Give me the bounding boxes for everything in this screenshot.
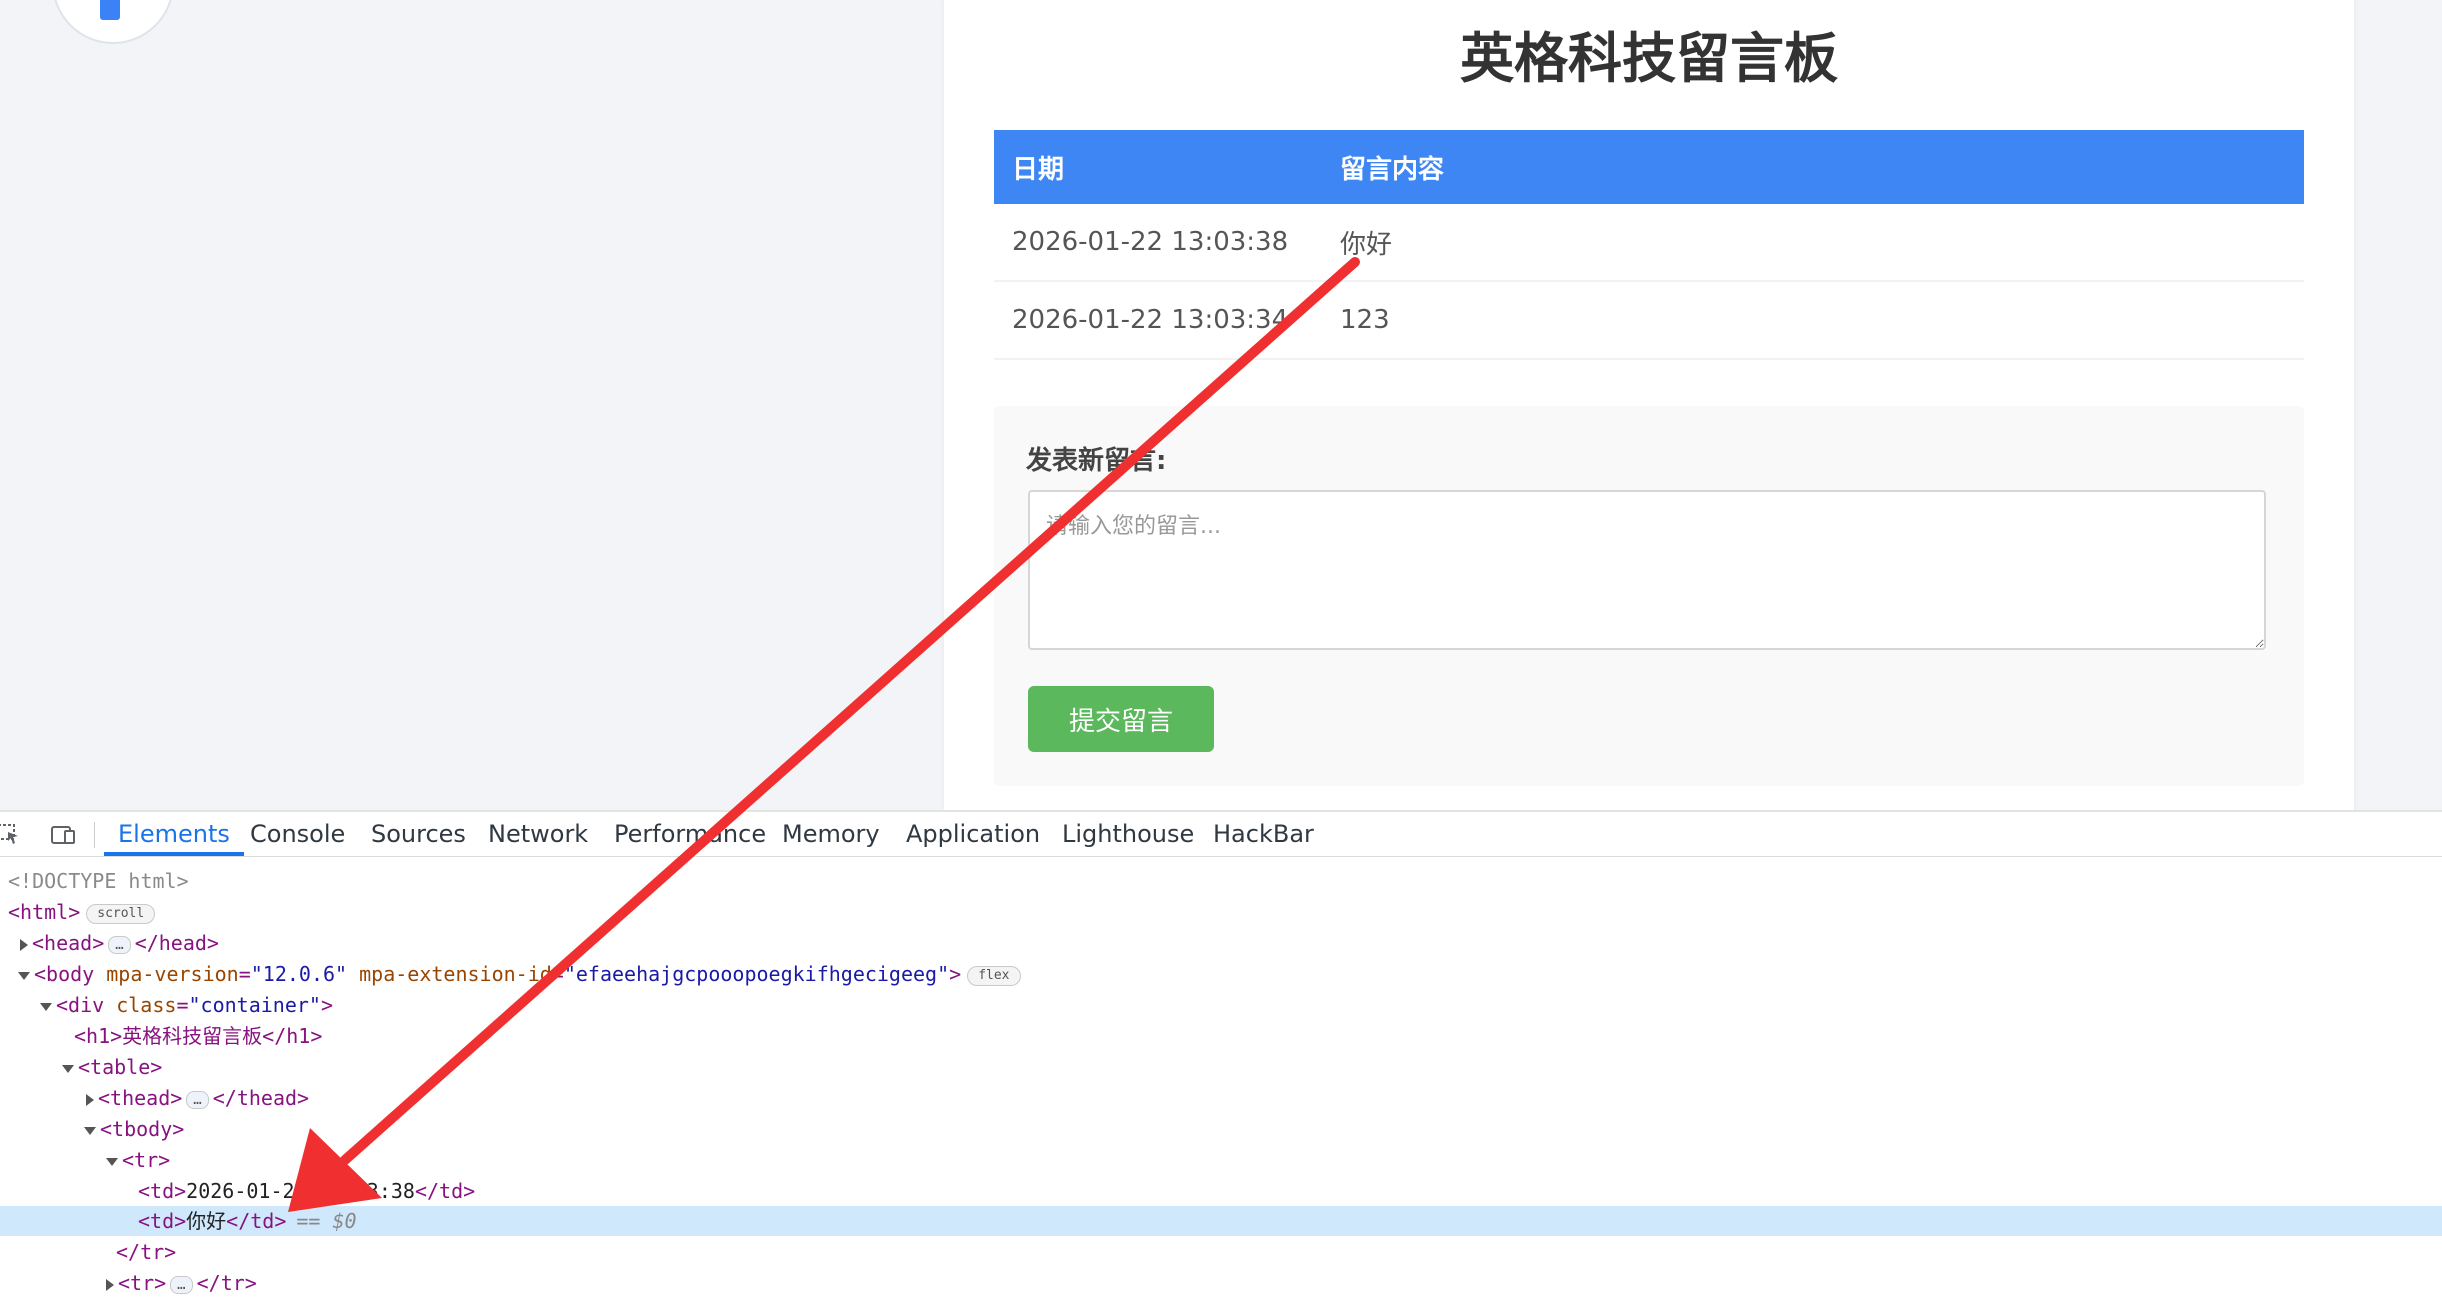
expand-triangle-icon[interactable] (20, 938, 28, 951)
dom-node-head[interactable]: <head>… </head> (0, 928, 2442, 958)
tab-lighthouse[interactable]: Lighthouse (1048, 812, 1208, 856)
form-label: 发表新留言: (1026, 446, 1167, 476)
dom-node-tr-collapsed[interactable]: <tr>… </tr> (0, 1268, 2442, 1298)
body-close-bracket: > (949, 962, 962, 986)
body-attr-name: mpa-version (106, 962, 239, 986)
dom-node-tr-close[interactable]: </tr> (0, 1237, 2442, 1267)
dom-node-thead[interactable]: <thead>… </thead> (0, 1083, 2442, 1113)
column-header-date: 日期 (994, 130, 1322, 204)
message-table: 日期 留言内容 2026-01-22 13:03:38 你好 2026-01-2… (994, 130, 2304, 360)
doctype-text: <!DOCTYPE html> (8, 869, 189, 893)
collapsed-ellipsis[interactable]: … (186, 1090, 209, 1109)
cell-content: 123 (1322, 281, 2304, 360)
body-attr-name: mpa-extension-id (359, 962, 552, 986)
td-close-tag: </td> (414, 1179, 476, 1203)
cell-content: 你好 (1322, 204, 2304, 282)
table-row: 2026-01-22 13:03:34 123 (994, 281, 2304, 360)
html-tag: <html> (8, 900, 81, 924)
tr-close-tag: </tr> (116, 1240, 177, 1264)
thead-close-tag: </thead> (212, 1086, 310, 1110)
td-open-tag: <td> (138, 1179, 187, 1203)
tab-console[interactable]: Console (236, 812, 359, 856)
expand-triangle-icon[interactable] (106, 1278, 114, 1291)
toolbar-divider (94, 822, 95, 848)
div-attr-name: class (116, 993, 177, 1017)
inspect-element-icon[interactable] (0, 822, 22, 846)
tr-close-tag: </tr> (196, 1271, 257, 1295)
collapsed-ellipsis[interactable]: … (108, 935, 131, 954)
table-header-row: 日期 留言内容 (994, 130, 2304, 204)
dom-node-tr[interactable]: <tr> (0, 1145, 2442, 1175)
flex-badge[interactable]: flex (967, 965, 1021, 986)
table-row: 2026-01-22 13:03:38 你好 (994, 204, 2304, 282)
dom-node-td-selected[interactable]: <td>你好</td> == $0 (0, 1206, 2442, 1236)
h1-line-text: <h1>英格科技留言板</h1> (74, 1024, 323, 1048)
avatar[interactable] (52, 0, 174, 44)
div-close-bracket: > (320, 993, 333, 1017)
devtools-toolbar: Elements Console Sources Network Perform… (0, 812, 2442, 857)
selected-node-marker: == $0 (296, 1209, 357, 1233)
collapse-triangle-icon[interactable] (18, 971, 30, 980)
dom-node-body[interactable]: <body mpa-version="12.0.6" mpa-extension… (0, 959, 2442, 989)
table-open-tag: <table> (78, 1055, 163, 1079)
tr-open-tag: <tr> (118, 1271, 167, 1295)
body-attr-value: "efaeehajgcpooopoegkifhgecigeeg" (563, 962, 950, 986)
message-board-container: 英格科技留言板 日期 留言内容 2026-01-22 13:03:38 你好 2… (944, 0, 2354, 810)
cell-date: 2026-01-22 13:03:38 (994, 204, 1322, 282)
device-toggle-icon[interactable] (50, 822, 76, 846)
tab-sources[interactable]: Sources (357, 812, 480, 856)
dom-node-td-date[interactable]: <td>2026-01-22 13:03:38</td> (0, 1176, 2442, 1206)
submit-message-button[interactable]: 提交留言 (1028, 686, 1214, 752)
body-open-tag: <body (34, 962, 107, 986)
dom-node-tbody[interactable]: <tbody> (0, 1114, 2442, 1144)
tr-open-tag: <tr> (122, 1148, 171, 1172)
page-title: 英格科技留言板 (1460, 27, 1838, 90)
message-textarea[interactable] (1028, 490, 2266, 650)
devtools-panel: Elements Console Sources Network Perform… (0, 810, 2442, 1298)
div-attr-value: "container" (188, 993, 321, 1017)
td-close-tag: </td> (226, 1209, 287, 1233)
td-date-text: 2026-01-22 13:03:38 (186, 1179, 415, 1203)
scroll-badge[interactable]: scroll (86, 903, 156, 924)
tab-network[interactable]: Network (474, 812, 602, 856)
thead-open-tag: <thead> (98, 1086, 183, 1110)
expand-triangle-icon[interactable] (86, 1093, 94, 1106)
cell-date: 2026-01-22 13:03:34 (994, 281, 1322, 360)
td-open-tag: <td> (138, 1209, 187, 1233)
new-message-form: 发表新留言: 提交留言 (994, 406, 2304, 786)
collapse-triangle-icon[interactable] (40, 1002, 52, 1011)
collapse-triangle-icon[interactable] (106, 1157, 118, 1166)
tab-hackbar[interactable]: HackBar (1199, 812, 1328, 856)
dom-tree: <!DOCTYPE html> <html> scroll <head>… </he… (0, 860, 2442, 1298)
head-close-tag: </head> (134, 931, 219, 955)
body-attr-value: "12.0.6" (250, 962, 348, 986)
collapse-triangle-icon[interactable] (84, 1126, 96, 1135)
webpage-viewport: 英格科技留言板 日期 留言内容 2026-01-22 13:03:38 你好 2… (0, 0, 2442, 810)
head-open-tag: <head> (32, 931, 105, 955)
dom-node-table[interactable]: <table> (0, 1052, 2442, 1082)
dom-node-h1[interactable]: <h1>英格科技留言板</h1> (0, 1021, 2442, 1051)
tab-application[interactable]: Application (892, 812, 1054, 856)
avatar-mark-icon (100, 0, 120, 20)
dom-node-doctype[interactable]: <!DOCTYPE html> (0, 866, 2442, 896)
tab-performance[interactable]: Performance (600, 812, 780, 856)
div-open-tag: <div (56, 993, 117, 1017)
dom-node-div-container[interactable]: <div class="container"> (0, 990, 2442, 1020)
tbody-open-tag: <tbody> (100, 1117, 185, 1141)
tab-memory[interactable]: Memory (768, 812, 894, 856)
td-content-text: 你好 (186, 1209, 227, 1233)
tab-elements[interactable]: Elements (104, 812, 244, 856)
dom-node-html[interactable]: <html> scroll (0, 897, 2442, 927)
column-header-content: 留言内容 (1322, 130, 2304, 204)
collapsed-ellipsis[interactable]: … (170, 1275, 193, 1294)
collapse-triangle-icon[interactable] (62, 1064, 74, 1073)
